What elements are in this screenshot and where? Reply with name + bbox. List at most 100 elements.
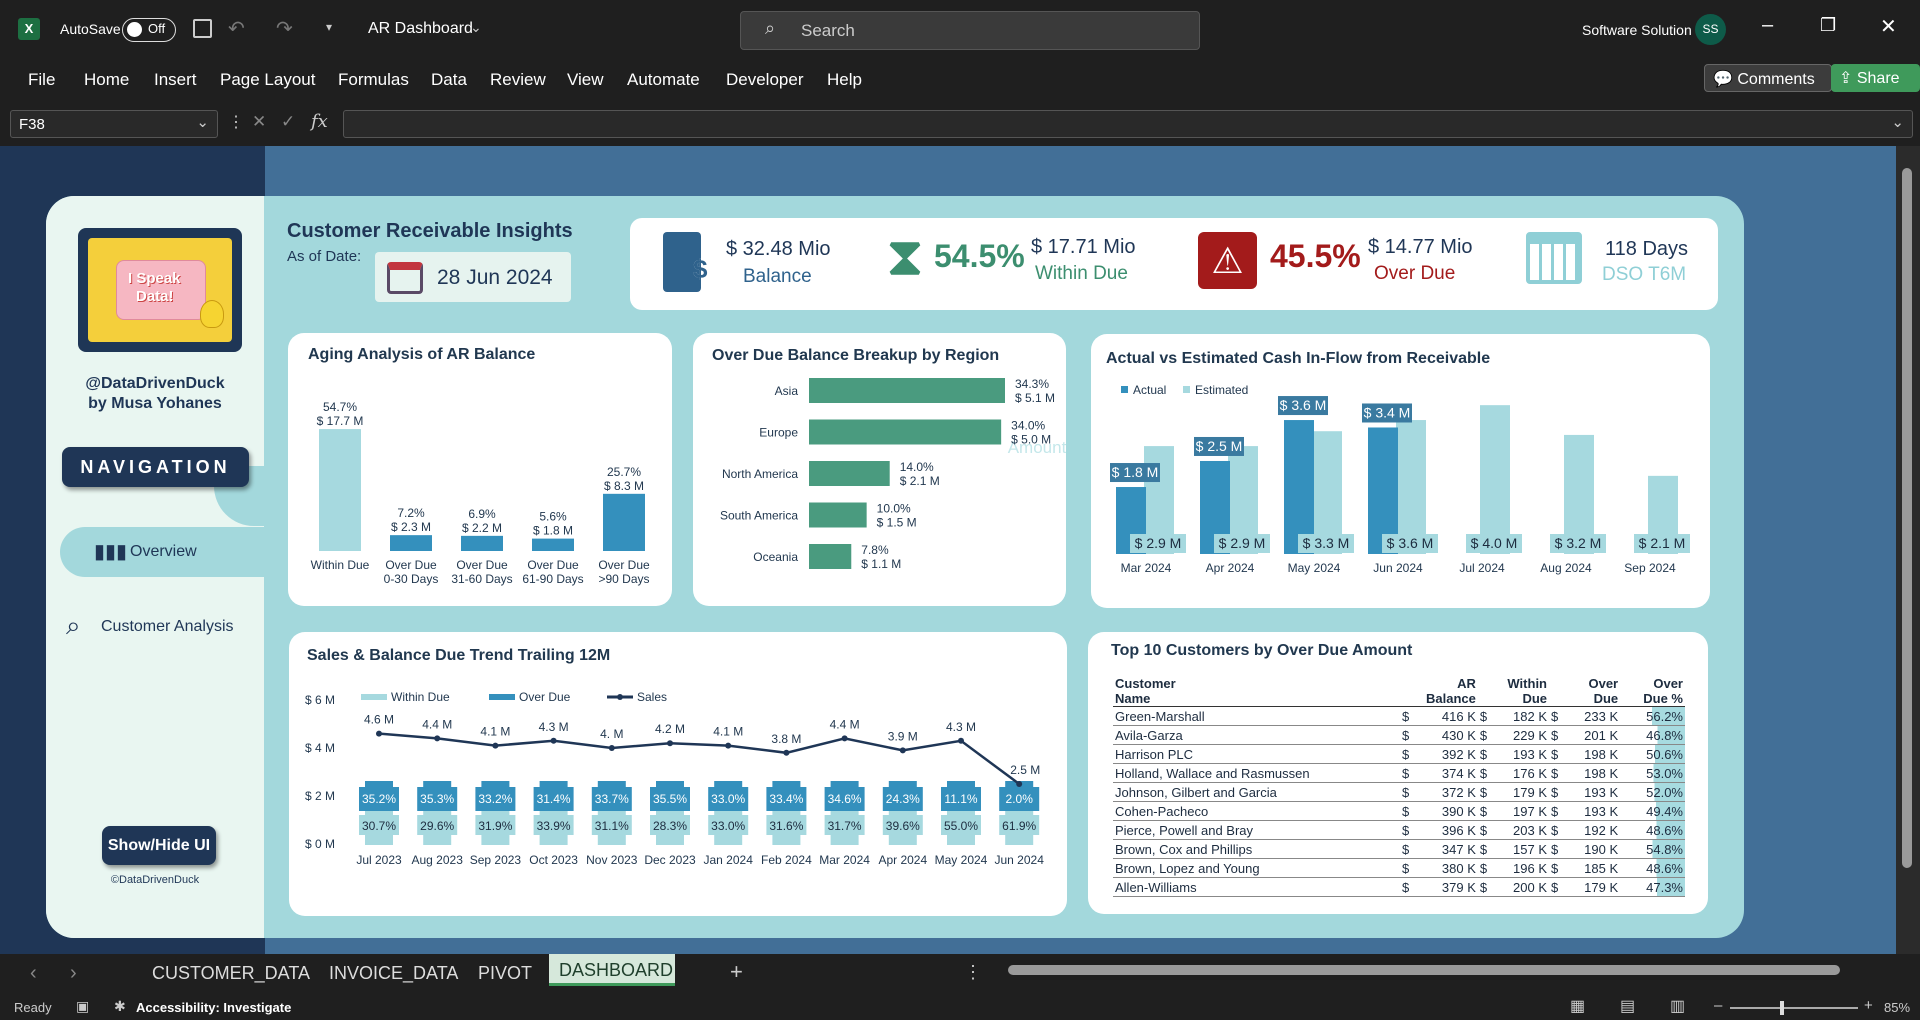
normal-view-icon[interactable]: ▦ xyxy=(1570,996,1585,1016)
sheet-tab[interactable]: PIVOT xyxy=(478,963,532,984)
menu-item[interactable]: Review xyxy=(490,70,546,90)
restore-icon[interactable]: ❐ xyxy=(1820,15,1836,36)
aging-category-label: Within Due xyxy=(311,558,370,572)
menu-item[interactable]: Home xyxy=(84,70,129,90)
macro-record-icon[interactable]: ▣ xyxy=(76,998,89,1015)
menu-item[interactable]: Page Layout xyxy=(220,70,315,90)
more-icon[interactable]: ⋮ xyxy=(964,962,982,983)
kpi-dso-value: 118 Days xyxy=(1605,238,1689,260)
table-cell: Pierce, Powell and Bray xyxy=(1113,820,1401,840)
redo-icon[interactable]: ↷ xyxy=(276,16,293,41)
trend-sales-label: 4.1 M xyxy=(480,725,510,739)
table-cell: $ xyxy=(1549,782,1566,802)
aging-category-label: 0-30 Days xyxy=(384,572,439,586)
comments-button[interactable]: 💬 Comments xyxy=(1704,64,1832,92)
formula-input[interactable]: ⌄ xyxy=(343,110,1913,138)
zoom-slider[interactable] xyxy=(1730,1001,1858,1015)
table-header-cell: Within Due xyxy=(1477,676,1549,707)
add-sheet-icon[interactable]: + xyxy=(730,959,743,985)
zoom-in-icon[interactable]: + xyxy=(1864,997,1873,1014)
vertical-scrollbar[interactable] xyxy=(1896,146,1920,954)
table-cell: 185 K xyxy=(1565,858,1621,878)
menu-item[interactable]: Developer xyxy=(726,70,804,90)
table-cell: 379 K xyxy=(1417,877,1478,897)
table-title: Top 10 Customers by Over Due Amount xyxy=(1111,642,1413,659)
menu-item[interactable]: Insert xyxy=(154,70,197,90)
name-box[interactable]: F38 ⌄ xyxy=(10,110,218,138)
menu-item[interactable]: Data xyxy=(431,70,467,90)
table-cell: $ xyxy=(1477,763,1495,783)
sheet-tab-active[interactable]: DASHBOARD xyxy=(549,954,675,986)
autosave-toggle[interactable]: Off xyxy=(122,18,176,42)
calendar-icon xyxy=(387,262,423,294)
close-icon[interactable]: ✕ xyxy=(1880,14,1897,39)
more-icon[interactable]: ⋮ xyxy=(228,112,244,132)
tab-prev-icon[interactable]: ‹ xyxy=(30,962,37,985)
sheet-tabs-bar: ‹ › CUSTOMER_DATA INVOICE_DATA PIVOT DAS… xyxy=(0,954,1920,996)
menu-item[interactable]: Automate xyxy=(627,70,700,90)
table-cell: 201 K xyxy=(1565,725,1621,745)
file-name[interactable]: AR Dashboard xyxy=(368,20,473,38)
cash-category-label: Sep 2024 xyxy=(1624,561,1676,575)
as-of-date: 28 Jun 2024 xyxy=(437,266,553,289)
trend-sales-label: 4.3 M xyxy=(946,720,976,734)
aging-pct-label: 5.6% xyxy=(539,510,567,524)
minimize-icon[interactable]: – xyxy=(1762,14,1773,37)
trend-within-pct: 33.0% xyxy=(711,819,745,833)
sheet-tab[interactable]: CUSTOMER_DATA xyxy=(152,963,310,984)
chevron-down-icon[interactable]: ⌄ xyxy=(470,19,482,36)
trend-within-pct: 30.7% xyxy=(362,819,396,833)
trend-sales-point xyxy=(958,737,964,744)
trend-sales-label: 4.6 M xyxy=(364,713,394,727)
trend-within-pct: 55.0% xyxy=(944,819,978,833)
cash-actual-label: $ 3.6 M xyxy=(1280,397,1327,413)
page-break-view-icon[interactable]: ▥ xyxy=(1670,996,1685,1016)
sidebar-handle: @DataDrivenDuck xyxy=(85,375,225,392)
table-cell: $ xyxy=(1549,706,1566,726)
status-accessibility[interactable]: Accessibility: Investigate xyxy=(136,1000,291,1015)
region-pct-label: 10.0% xyxy=(877,502,911,516)
table-cell: Harrison PLC xyxy=(1113,744,1401,764)
sheet-tab[interactable]: INVOICE_DATA xyxy=(329,963,458,984)
sidebar-item-overview[interactable]: ▮▮▮ Overview xyxy=(60,527,264,577)
cancel-icon[interactable]: ✕ xyxy=(252,112,266,132)
avatar[interactable]: SS xyxy=(1695,14,1726,45)
table-cell: 198 K xyxy=(1565,744,1621,764)
table-cell: Brown, Lopez and Young xyxy=(1113,858,1401,878)
menu-item[interactable]: File xyxy=(28,70,55,90)
trend-category-label: Aug 2023 xyxy=(412,853,464,867)
zoom-out-icon[interactable]: – xyxy=(1714,997,1722,1014)
cash-category-label: May 2024 xyxy=(1288,561,1341,575)
customize-toolbar-icon[interactable]: ▾ xyxy=(326,20,332,34)
trend-sales-point xyxy=(492,742,499,749)
undo-icon[interactable]: ↶ xyxy=(228,16,245,41)
menu-item[interactable]: Formulas xyxy=(338,70,409,90)
trend-sales-label: 3.8 M xyxy=(771,732,801,746)
search-input[interactable]: Search xyxy=(801,21,855,41)
table-cell: 179 K xyxy=(1494,782,1549,802)
chart-title: Aging Analysis of AR Balance xyxy=(308,346,536,363)
table-cell: $ xyxy=(1400,820,1418,840)
menu-item[interactable]: View xyxy=(567,70,604,90)
trend-category-label: Apr 2024 xyxy=(878,853,927,867)
top10-table: Customer Name AR Balance Within Due Over Due Ove… xyxy=(1113,676,1685,897)
enter-icon[interactable]: ✓ xyxy=(281,112,295,132)
region-chart-card: Over Due Balance Breakup by Region Amoun… xyxy=(693,333,1066,606)
save-icon[interactable] xyxy=(193,19,212,38)
sidebar-item-customer-analysis[interactable]: ⌕ Customer Analysis xyxy=(60,602,264,652)
share-button[interactable]: ⇪ Share xyxy=(1831,64,1920,92)
aging-category-label: 31-60 Days xyxy=(451,572,512,586)
page-layout-view-icon[interactable]: ▤ xyxy=(1620,996,1635,1016)
trend-over-pct: 33.4% xyxy=(769,792,803,806)
table-row: Green-Marshall $416 K $182 K $233 K 56.2% xyxy=(1113,706,1685,726)
tab-next-icon[interactable]: › xyxy=(70,962,77,985)
table-cell: $ xyxy=(1400,801,1418,821)
table-cell: 392 K xyxy=(1417,744,1478,764)
horizontal-scrollbar[interactable] xyxy=(990,965,1895,975)
region-value-label: $ 1.5 M xyxy=(877,516,917,530)
function-icon[interactable]: fx xyxy=(311,111,328,132)
trend-over-pct: 35.5% xyxy=(653,792,687,806)
menu-item[interactable]: Help xyxy=(827,70,862,90)
show-hide-ui-button[interactable]: Show/Hide UI xyxy=(102,826,216,865)
search-box[interactable]: ⌕ Search xyxy=(740,11,1200,50)
